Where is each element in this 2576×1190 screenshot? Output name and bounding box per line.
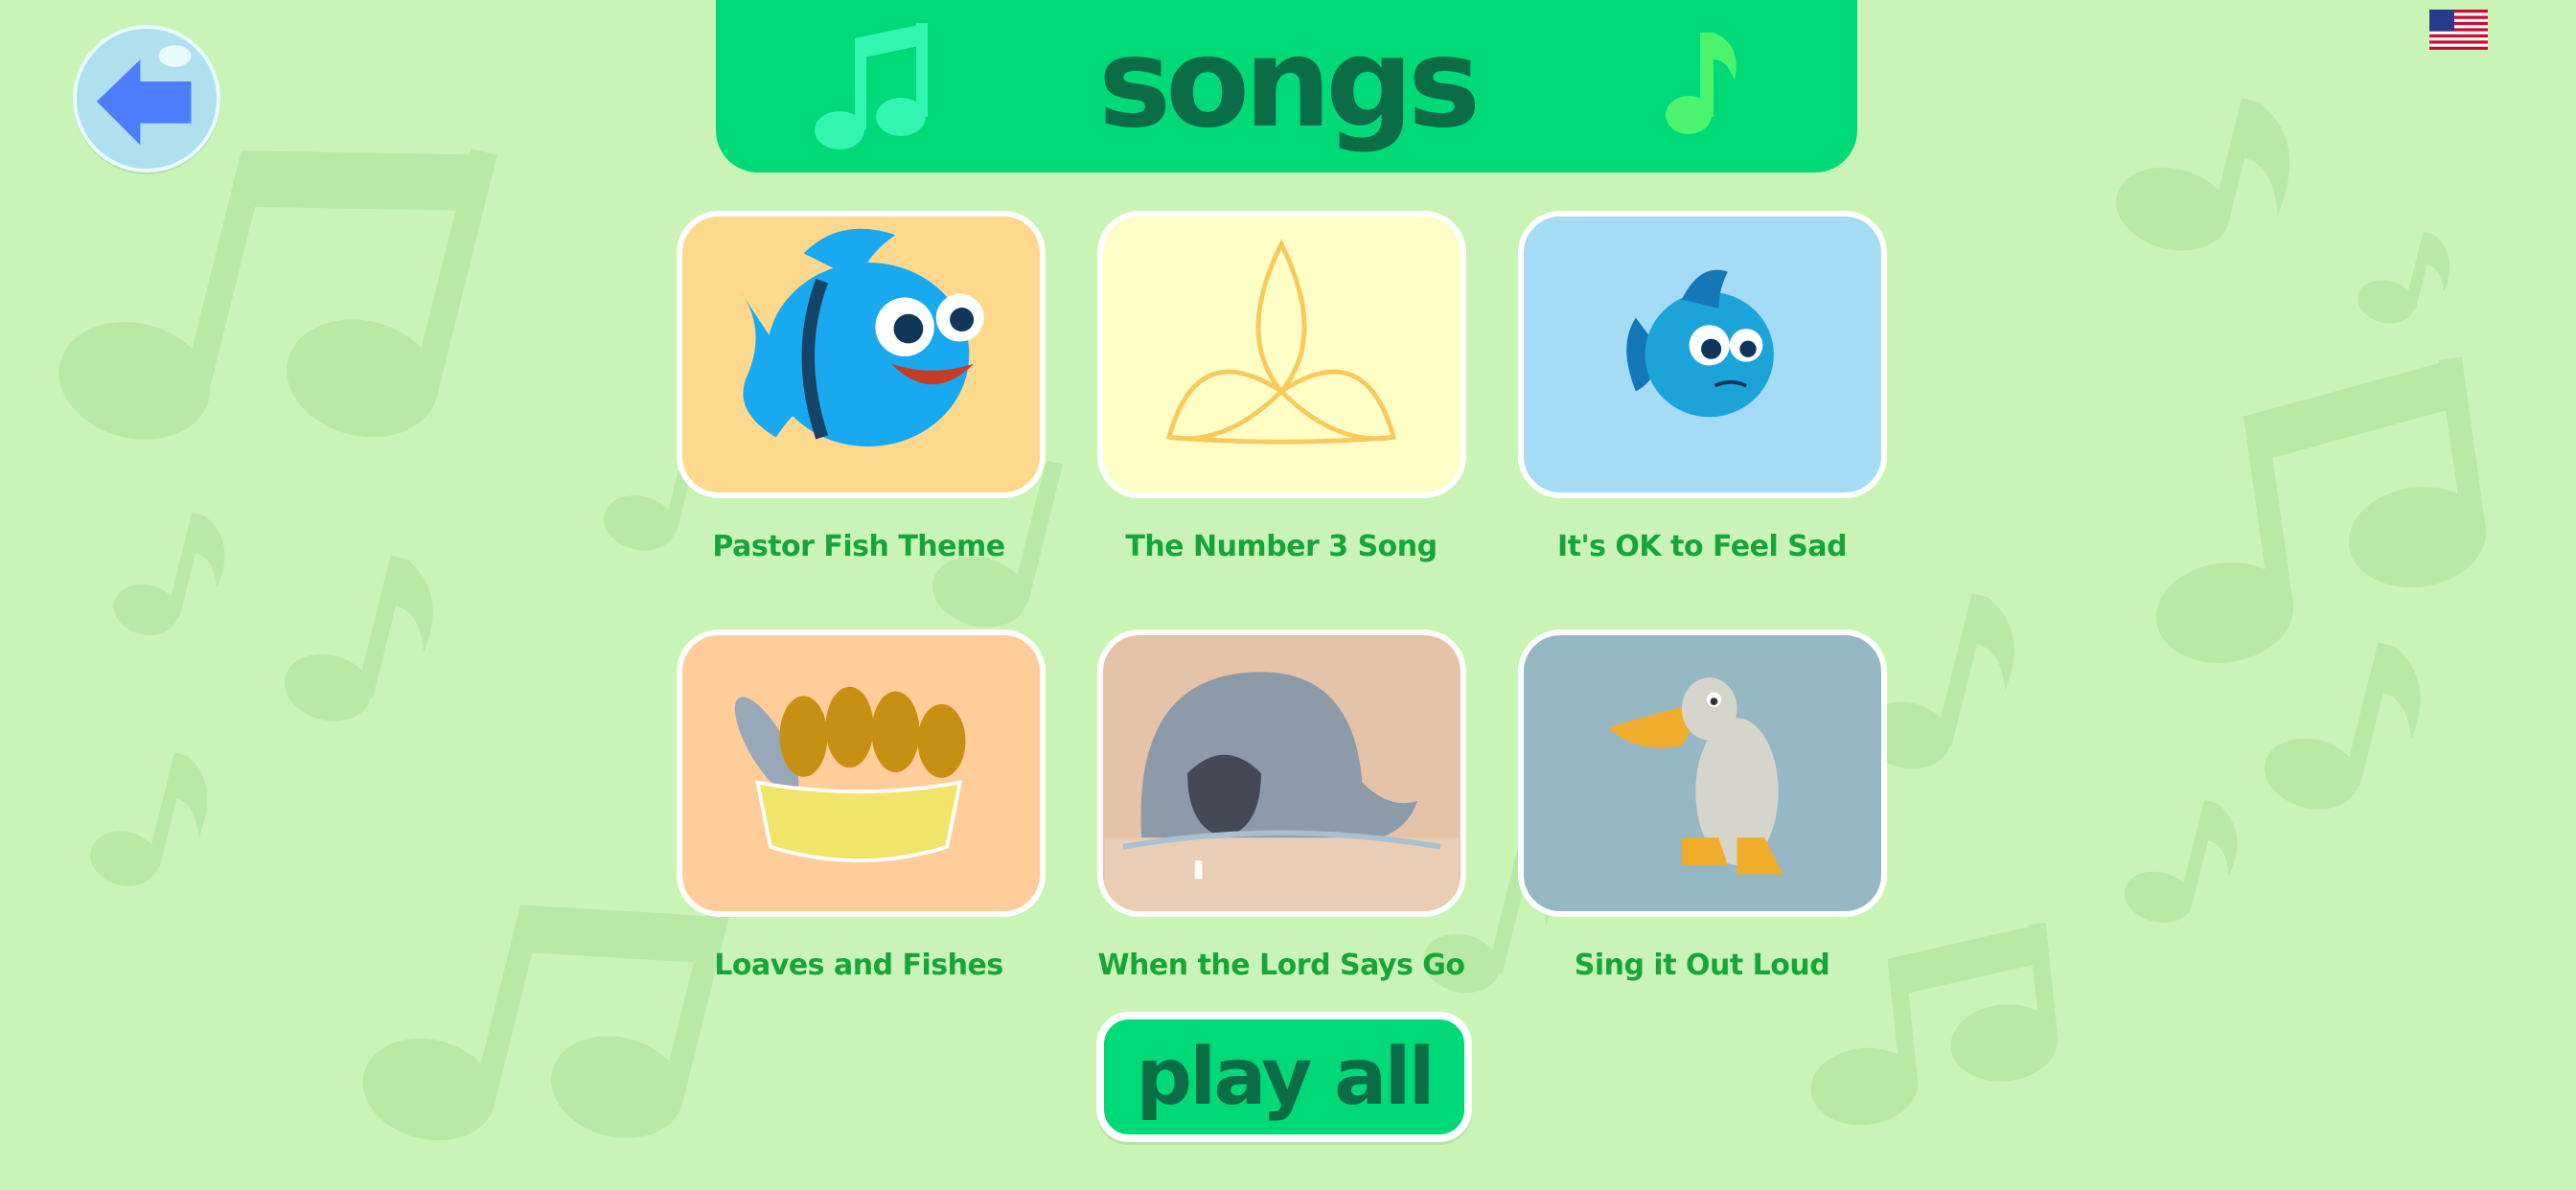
song-label: It's OK to Feel Sad <box>1556 530 1848 563</box>
music-note-icon <box>815 23 928 149</box>
back-button[interactable] <box>73 25 220 172</box>
play-all-button[interactable]: play all <box>1096 1012 1472 1142</box>
song-label: Sing it Out Loud <box>1574 949 1830 982</box>
duck-icon <box>1608 677 1783 875</box>
song-card-pastor-fish-theme[interactable] <box>677 211 1046 498</box>
blue-fish-sad-icon <box>1626 269 1774 418</box>
song-label: Pastor Fish Theme <box>712 530 1005 563</box>
song-card-its-ok-to-feel-sad[interactable] <box>1518 211 1887 498</box>
song-label: Loaves and Fishes <box>714 949 1003 982</box>
music-note-icon <box>1666 33 1736 134</box>
us-flag-icon[interactable] <box>2429 10 2488 50</box>
song-card-sing-it-out-loud[interactable] <box>1518 629 1887 917</box>
play-all-label: play all <box>1136 1031 1435 1123</box>
song-card-loaves-and-fishes[interactable] <box>677 629 1046 917</box>
song-label: When the Lord Says Go <box>1097 949 1465 982</box>
song-card-the-number-3-song[interactable] <box>1097 211 1466 498</box>
song-label: The Number 3 Song <box>1125 530 1438 563</box>
song-card-when-the-lord-says-go[interactable] <box>1097 629 1466 917</box>
trinity-knot-icon <box>1165 239 1397 445</box>
blue-fish-happy-icon <box>739 228 984 446</box>
back-arrow-icon <box>96 45 192 146</box>
whale-icon <box>1104 672 1460 911</box>
bread-basket-icon <box>734 686 966 863</box>
